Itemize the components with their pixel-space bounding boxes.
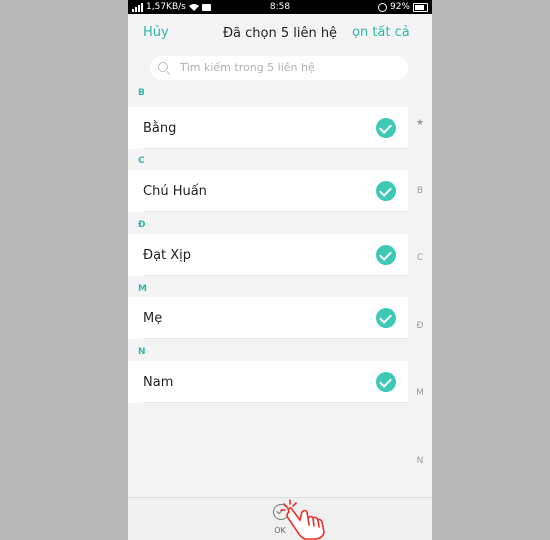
check-icon[interactable]	[376, 118, 396, 138]
contact-name: Chú Huấn	[143, 184, 207, 199]
index-n[interactable]: N	[412, 456, 428, 466]
battery-percent: 92%	[389, 2, 410, 12]
select-all-button[interactable]: ọn tất cả	[352, 25, 432, 40]
status-bar: 1,57KB/s 8:58 92%	[128, 0, 432, 14]
index-star[interactable]: ★	[412, 118, 428, 128]
contact-name: Nam	[143, 375, 174, 390]
check-icon[interactable]	[376, 308, 396, 328]
contact-row-bang[interactable]: Bằng	[128, 107, 408, 149]
contact-name: Mẹ	[143, 311, 163, 326]
index-c[interactable]: C	[412, 253, 428, 263]
contact-row-dat-xip[interactable]: Đạt Xịp	[128, 234, 408, 276]
search-icon	[158, 62, 168, 72]
section-header-c: C	[138, 156, 145, 166]
section-header-n: N	[138, 347, 146, 357]
contact-row-nam[interactable]: Nam	[128, 361, 408, 403]
contact-row-me[interactable]: Mẹ	[128, 297, 408, 339]
index-m[interactable]: M	[412, 388, 428, 398]
check-icon[interactable]	[376, 245, 396, 265]
index-b[interactable]: B	[412, 186, 428, 196]
check-icon[interactable]	[376, 181, 396, 201]
phone-screen: 1,57KB/s 8:58 92% Hủy Đã chọn 5 liên hệ …	[128, 0, 432, 540]
search-input[interactable]: Tìm kiếm trong 5 liên hệ	[150, 56, 408, 80]
contact-name: Đạt Xịp	[143, 248, 192, 263]
check-icon[interactable]	[376, 372, 396, 392]
section-header-m: M	[138, 284, 147, 294]
battery-icon	[413, 2, 428, 12]
alarm-icon	[377, 2, 387, 12]
contact-name: Bằng	[143, 121, 177, 136]
header: Hủy Đã chọn 5 liên hệ ọn tất cả	[128, 14, 432, 54]
tap-hand-icon	[280, 499, 325, 540]
section-header-b: B	[138, 88, 145, 98]
section-header-d: Đ	[138, 220, 146, 230]
contact-row-chu-huan[interactable]: Chú Huấn	[128, 170, 408, 212]
search-placeholder: Tìm kiếm trong 5 liên hệ	[180, 61, 315, 74]
index-d[interactable]: Đ	[412, 321, 428, 331]
